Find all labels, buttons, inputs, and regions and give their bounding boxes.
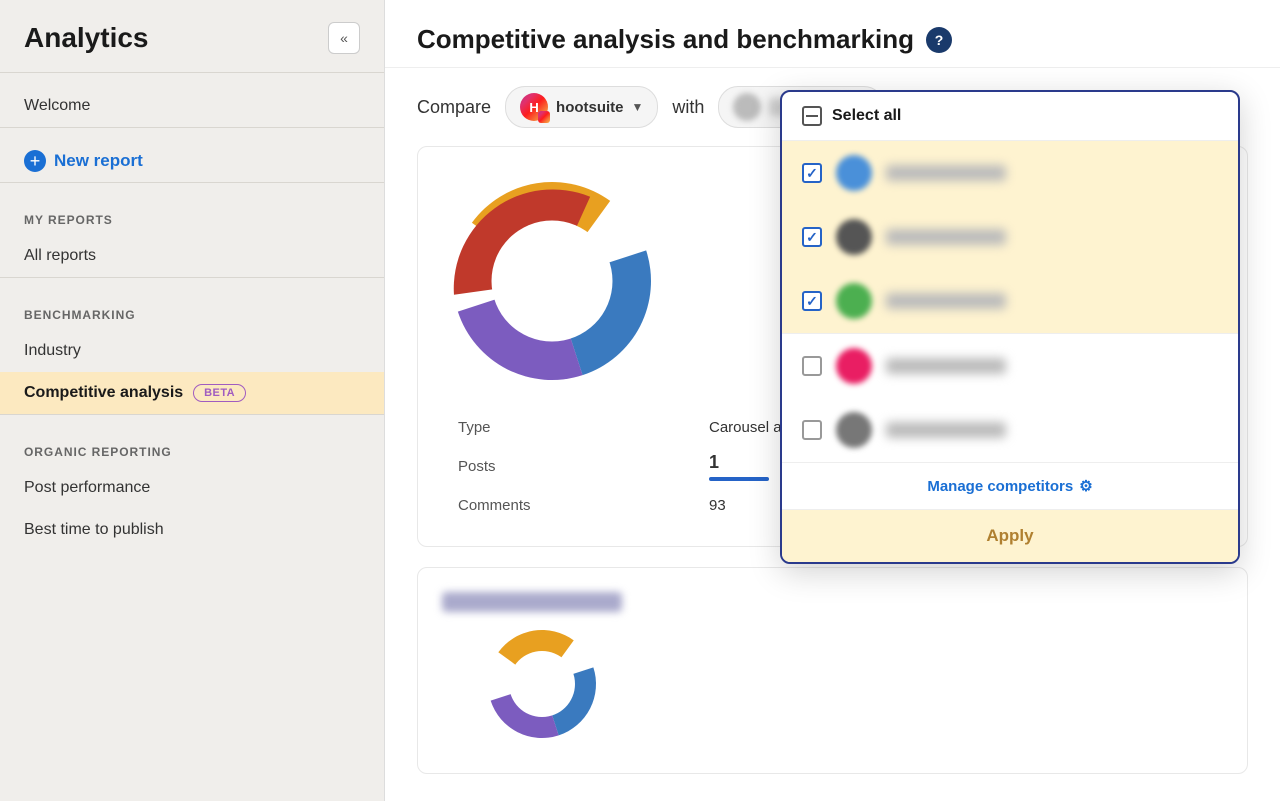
plus-icon: + bbox=[24, 150, 46, 172]
new-report-button[interactable]: + New report bbox=[0, 140, 384, 182]
dropdown-list: ✓ ✓ ✓ bbox=[782, 141, 1238, 462]
help-icon[interactable]: ? bbox=[926, 27, 952, 53]
main-content: Competitive analysis and benchmarking ? … bbox=[385, 0, 1280, 801]
dropdown-item-2[interactable]: ✓ bbox=[782, 205, 1238, 269]
sidebar-collapse-button[interactable]: « bbox=[328, 22, 360, 54]
donut-chart-2 bbox=[442, 624, 642, 744]
my-reports-section-label: MY REPORTS bbox=[0, 195, 384, 235]
avatar-3 bbox=[836, 283, 872, 319]
sidebar-divider-3 bbox=[0, 277, 384, 278]
checkbox-3[interactable]: ✓ bbox=[802, 291, 822, 311]
check-icon-3: ✓ bbox=[806, 293, 818, 310]
select-all-label: Select all bbox=[832, 107, 901, 125]
check-icon-2: ✓ bbox=[806, 229, 818, 246]
chart-card-2 bbox=[417, 567, 1248, 774]
avatar-1 bbox=[836, 155, 872, 191]
blurred-avatar bbox=[733, 93, 761, 121]
competitor-dropdown: Select all ✓ ✓ bbox=[780, 90, 1240, 564]
item-name-1 bbox=[886, 165, 1006, 181]
page-title: Competitive analysis and benchmarking bbox=[417, 24, 914, 55]
item-name-2 bbox=[886, 229, 1006, 245]
sidebar-divider-4 bbox=[0, 414, 384, 415]
avatar-5 bbox=[836, 412, 872, 448]
compare-label: Compare bbox=[417, 97, 491, 118]
avatar-4 bbox=[836, 348, 872, 384]
dropdown-item-1[interactable]: ✓ bbox=[782, 141, 1238, 205]
sidebar-item-all-reports[interactable]: All reports bbox=[0, 235, 384, 277]
item-name-4 bbox=[886, 358, 1006, 374]
blurred-chart-header bbox=[442, 592, 622, 612]
beta-badge: BETA bbox=[193, 384, 246, 402]
comments-label: Comments bbox=[442, 489, 693, 522]
sidebar-item-best-time[interactable]: Best time to publish bbox=[0, 509, 384, 551]
sidebar: Analytics « Welcome + New report MY REPO… bbox=[0, 0, 385, 801]
with-label: with bbox=[672, 97, 704, 118]
dropdown-item-4[interactable] bbox=[782, 334, 1238, 398]
collapse-icon: « bbox=[340, 30, 348, 46]
sidebar-item-competitive[interactable]: Competitive analysis BETA bbox=[0, 372, 384, 414]
dropdown-header[interactable]: Select all bbox=[782, 92, 1238, 141]
carousel-bar bbox=[709, 477, 769, 481]
check-icon-1: ✓ bbox=[806, 165, 818, 182]
compare-account-selector[interactable]: H hootsuite ▼ bbox=[505, 86, 658, 128]
sidebar-item-welcome[interactable]: Welcome bbox=[0, 85, 384, 127]
instagram-mini-icon bbox=[538, 111, 550, 123]
posts-label: Posts bbox=[442, 444, 693, 489]
dropdown-item-5[interactable] bbox=[782, 398, 1238, 462]
gear-icon: ⚙ bbox=[1079, 477, 1092, 495]
chevron-down-icon: ▼ bbox=[632, 100, 644, 114]
sidebar-title: Analytics bbox=[24, 22, 149, 54]
minus-icon bbox=[806, 115, 818, 117]
organic-section-label: ORGANIC REPORTING bbox=[0, 427, 384, 467]
checkbox-2[interactable]: ✓ bbox=[802, 227, 822, 247]
checkbox-4[interactable] bbox=[802, 356, 822, 376]
account-name: hootsuite bbox=[556, 99, 624, 116]
manage-competitors-label: Manage competitors bbox=[927, 478, 1073, 495]
item-name-5 bbox=[886, 422, 1006, 438]
dropdown-item-3[interactable]: ✓ bbox=[782, 269, 1238, 333]
apply-button[interactable]: Apply bbox=[782, 510, 1238, 562]
item-name-3 bbox=[886, 293, 1006, 309]
checkbox-1[interactable]: ✓ bbox=[802, 163, 822, 183]
sidebar-divider-top bbox=[0, 72, 384, 73]
sidebar-item-post-performance[interactable]: Post performance bbox=[0, 467, 384, 509]
select-all-checkbox[interactable] bbox=[802, 106, 822, 126]
main-header: Competitive analysis and benchmarking ? bbox=[385, 0, 1280, 68]
sidebar-divider-2 bbox=[0, 182, 384, 183]
sidebar-divider-1 bbox=[0, 127, 384, 128]
checkbox-5[interactable] bbox=[802, 420, 822, 440]
competitive-item-row: Competitive analysis BETA bbox=[24, 384, 360, 402]
type-label: Type bbox=[442, 411, 693, 444]
sidebar-item-industry[interactable]: Industry bbox=[0, 330, 384, 372]
sidebar-header: Analytics « bbox=[0, 0, 384, 72]
manage-competitors-link[interactable]: Manage competitors ⚙ bbox=[782, 462, 1238, 510]
benchmarking-section-label: BENCHMARKING bbox=[0, 290, 384, 330]
avatar-2 bbox=[836, 219, 872, 255]
hootsuite-avatar: H bbox=[520, 93, 548, 121]
donut-chart bbox=[442, 171, 662, 391]
